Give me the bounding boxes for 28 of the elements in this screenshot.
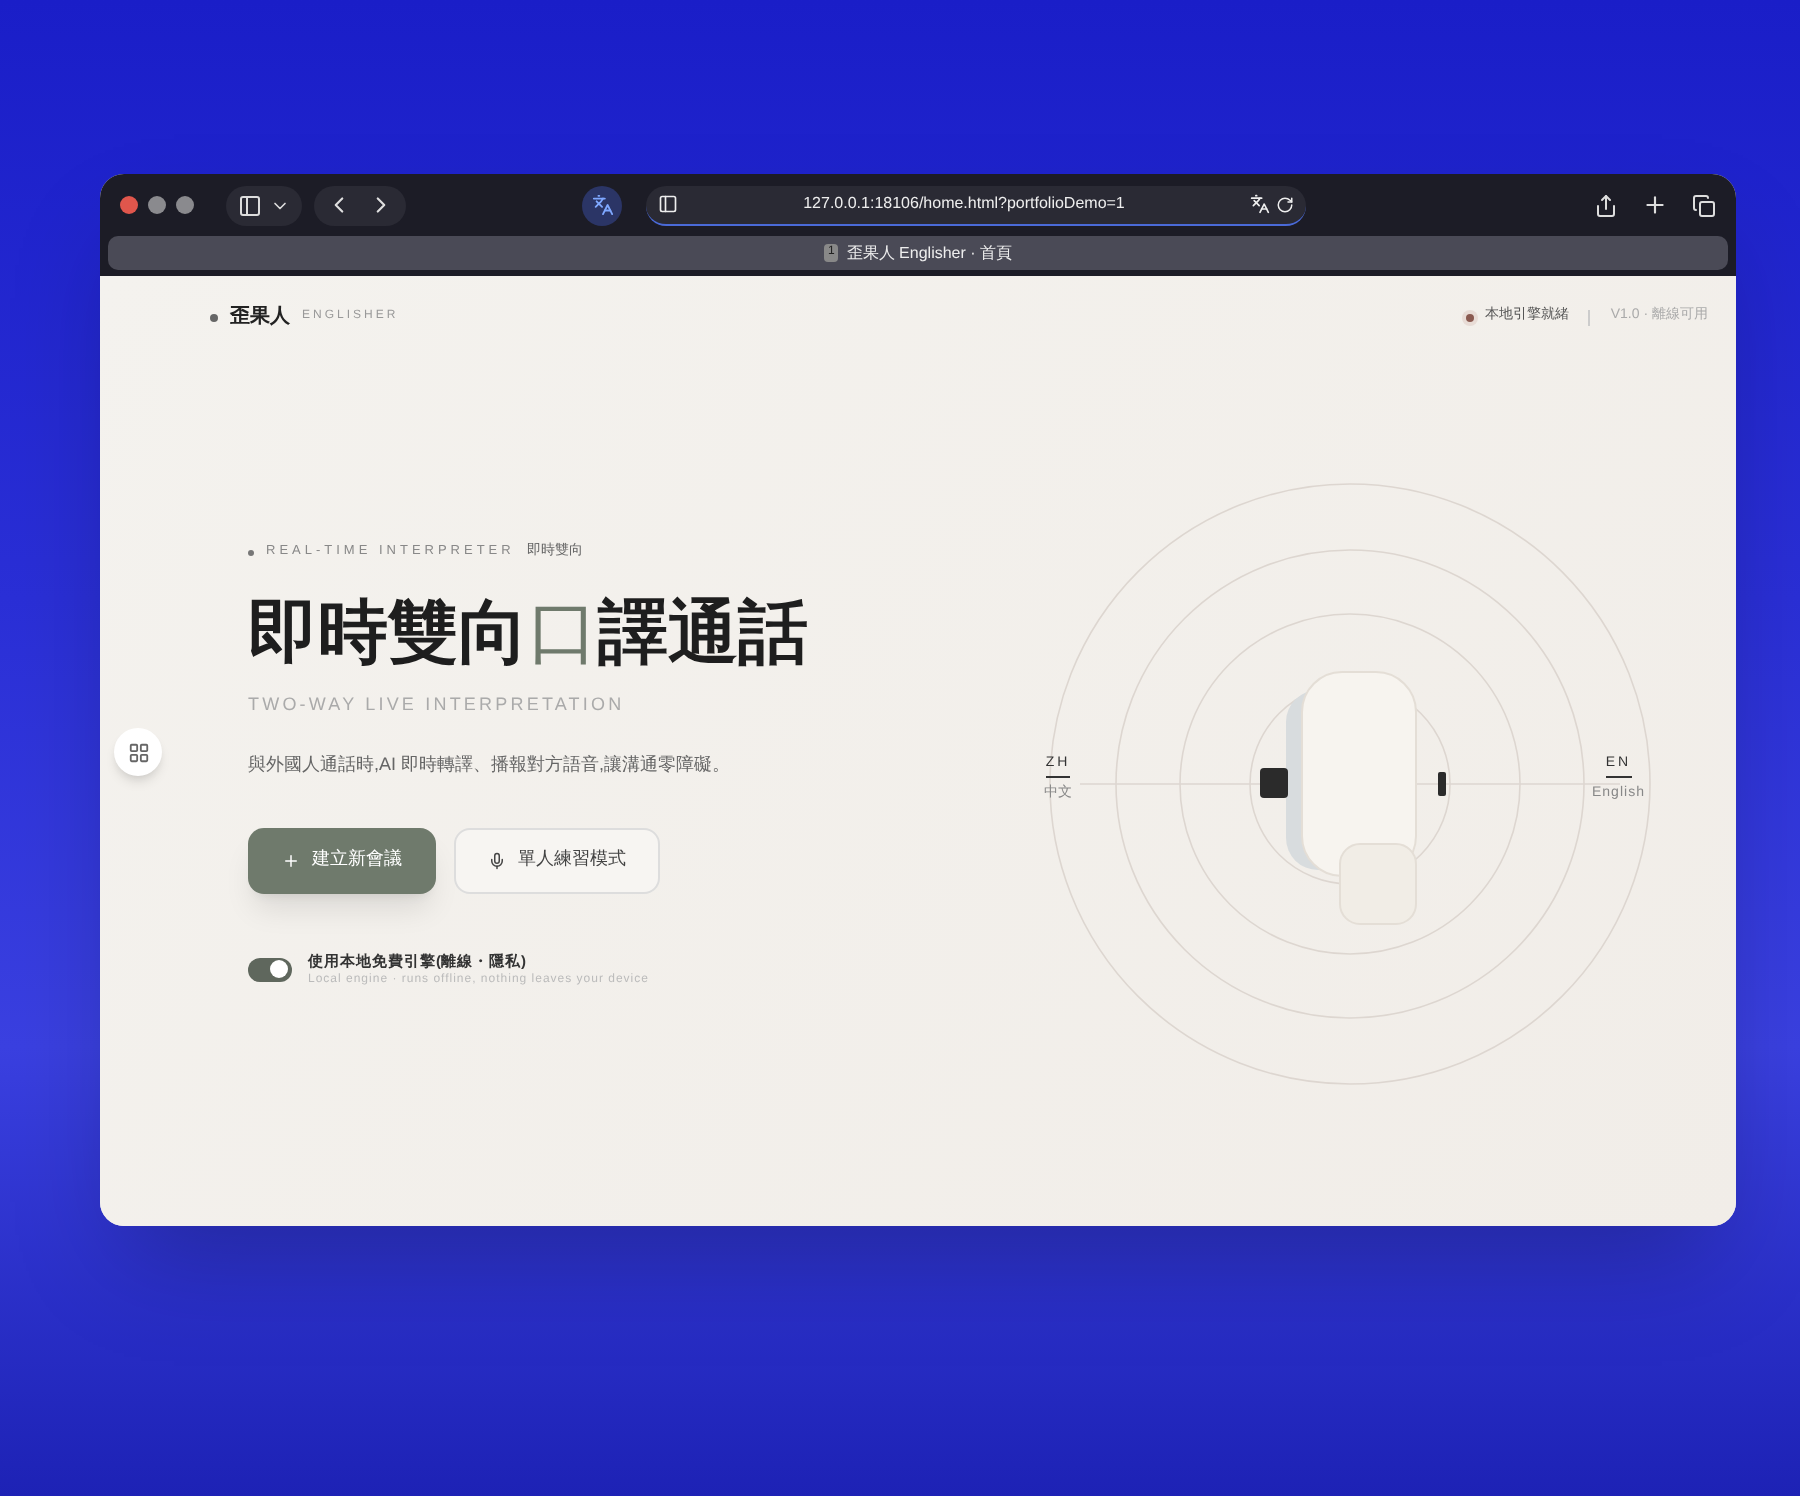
tabs-overview-icon[interactable] [1692,193,1716,217]
grid-icon [127,741,149,763]
brand-name: 歪果人 [230,303,290,332]
close-icon[interactable] [120,196,138,214]
page-icon [658,194,678,214]
tab-title: 歪果人 Englisher · 首頁 [846,241,1013,265]
microphone-icon [488,851,506,869]
sidebar-icon [238,193,262,217]
practice-mode-button[interactable]: 單人練習模式 [454,827,660,893]
address-bar[interactable]: 127.0.0.1:18106/home.html?portfolioDemo=1 [646,185,1306,225]
new-tab-icon[interactable] [1642,192,1668,218]
status-dot-icon [1462,309,1479,325]
hero-subtitle: TWO-WAY LIVE INTERPRETATION [248,691,627,717]
engine-toggle[interactable] [248,957,292,982]
navigation-button[interactable] [314,185,406,225]
plus-icon [282,851,300,869]
sidebar-button[interactable] [226,185,302,225]
hero-title: 即時雙向 口譯通話 [248,591,810,675]
translate-icon [1250,194,1270,214]
maximize-icon[interactable] [176,196,194,214]
reload-icon [1276,195,1294,213]
url-text: 127.0.0.1:18106/home.html?portfolioDemo=1 [801,192,1127,216]
apps-menu-button[interactable] [114,728,162,776]
share-icon[interactable] [1594,193,1618,217]
create-meeting-button[interactable]: 建立新會議 [248,827,436,893]
hero-description: 與外國人通話時,AI 即時轉譯、播報對方語音,讓溝通零障礙。 [248,752,733,778]
minimize-icon[interactable] [148,196,166,214]
translate-icon[interactable] [582,185,622,225]
